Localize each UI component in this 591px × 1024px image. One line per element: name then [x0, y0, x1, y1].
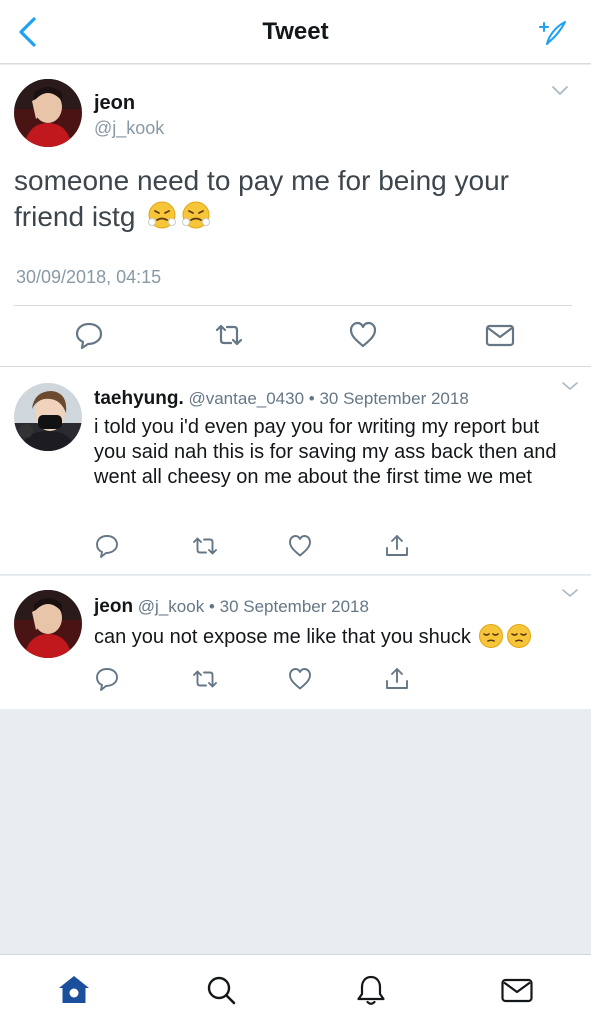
chevron-down-icon[interactable]: [561, 381, 579, 391]
pensive-face-emoji-icon: [479, 624, 504, 648]
reply-meta: jeon @j_kook • 30 September 2018: [94, 596, 369, 618]
avatar[interactable]: [14, 79, 82, 147]
author-handle[interactable]: @j_kook: [94, 118, 164, 139]
messages-icon[interactable]: [500, 973, 534, 1007]
reply-tweet[interactable]: taehyung. @vantae_0430 • 30 September 20…: [0, 367, 591, 575]
notifications-icon[interactable]: [354, 973, 388, 1007]
reply-tweet[interactable]: jeon @j_kook • 30 September 2018 can you…: [0, 576, 591, 709]
meta-separator: •: [304, 389, 320, 408]
reply-meta: taehyung. @vantae_0430 • 30 September 20…: [94, 388, 469, 410]
retweet-icon[interactable]: [214, 320, 244, 350]
meta-separator: •: [204, 597, 220, 616]
tweet-timestamp: 30/09/2018, 04:15: [16, 267, 162, 287]
reply-text: i told you i'd even pay you for writing …: [94, 416, 557, 488]
avatar[interactable]: [14, 383, 82, 451]
author-handle[interactable]: @j_kook: [138, 597, 204, 616]
home-icon[interactable]: [57, 973, 91, 1007]
reply-actions: [0, 666, 591, 692]
tweet-text: someone need to pay me for being your fr…: [14, 163, 574, 235]
chevron-down-icon[interactable]: [561, 588, 579, 598]
author-handle[interactable]: @vantae_0430: [188, 389, 304, 408]
main-tweet: jeon @j_kook someone need to pay me for …: [0, 65, 591, 367]
tweet-actions: [0, 320, 591, 354]
share-icon[interactable]: [384, 666, 410, 692]
retweet-icon[interactable]: [192, 533, 218, 559]
avatar[interactable]: [14, 590, 82, 658]
author-name[interactable]: jeon: [94, 92, 135, 115]
reply-date: 30 September 2018: [319, 389, 469, 408]
share-icon[interactable]: [384, 533, 410, 559]
top-nav-bar: Tweet: [0, 0, 591, 64]
compose-sparkle-icon[interactable]: [539, 18, 569, 48]
reply-date: 30 September 2018: [219, 597, 369, 616]
steam-from-nose-emoji-icon: [148, 201, 177, 229]
like-icon[interactable]: [348, 320, 378, 350]
author-name[interactable]: jeon: [94, 596, 133, 617]
reply-icon[interactable]: [74, 320, 104, 350]
author-name[interactable]: taehyung.: [94, 388, 184, 409]
chevron-down-icon[interactable]: [551, 85, 569, 97]
retweet-icon[interactable]: [192, 666, 218, 692]
reply-icon[interactable]: [94, 533, 120, 559]
search-icon[interactable]: [204, 973, 238, 1007]
tweet-text-content: someone need to pay me for being your fr…: [14, 165, 509, 232]
steam-from-nose-emoji-icon: [182, 201, 211, 229]
like-icon[interactable]: [287, 533, 313, 559]
pensive-face-emoji-icon: [507, 624, 532, 648]
like-icon[interactable]: [287, 666, 313, 692]
reply-icon[interactable]: [94, 666, 120, 692]
reply-actions: [0, 533, 591, 559]
divider: [14, 305, 572, 306]
message-icon[interactable]: [485, 320, 515, 350]
page-title: Tweet: [262, 18, 329, 45]
reply-text: can you not expose me like that you shuc…: [94, 623, 564, 650]
bottom-tab-bar: [0, 954, 591, 1024]
reply-text-content: can you not expose me like that you shuc…: [94, 626, 471, 648]
